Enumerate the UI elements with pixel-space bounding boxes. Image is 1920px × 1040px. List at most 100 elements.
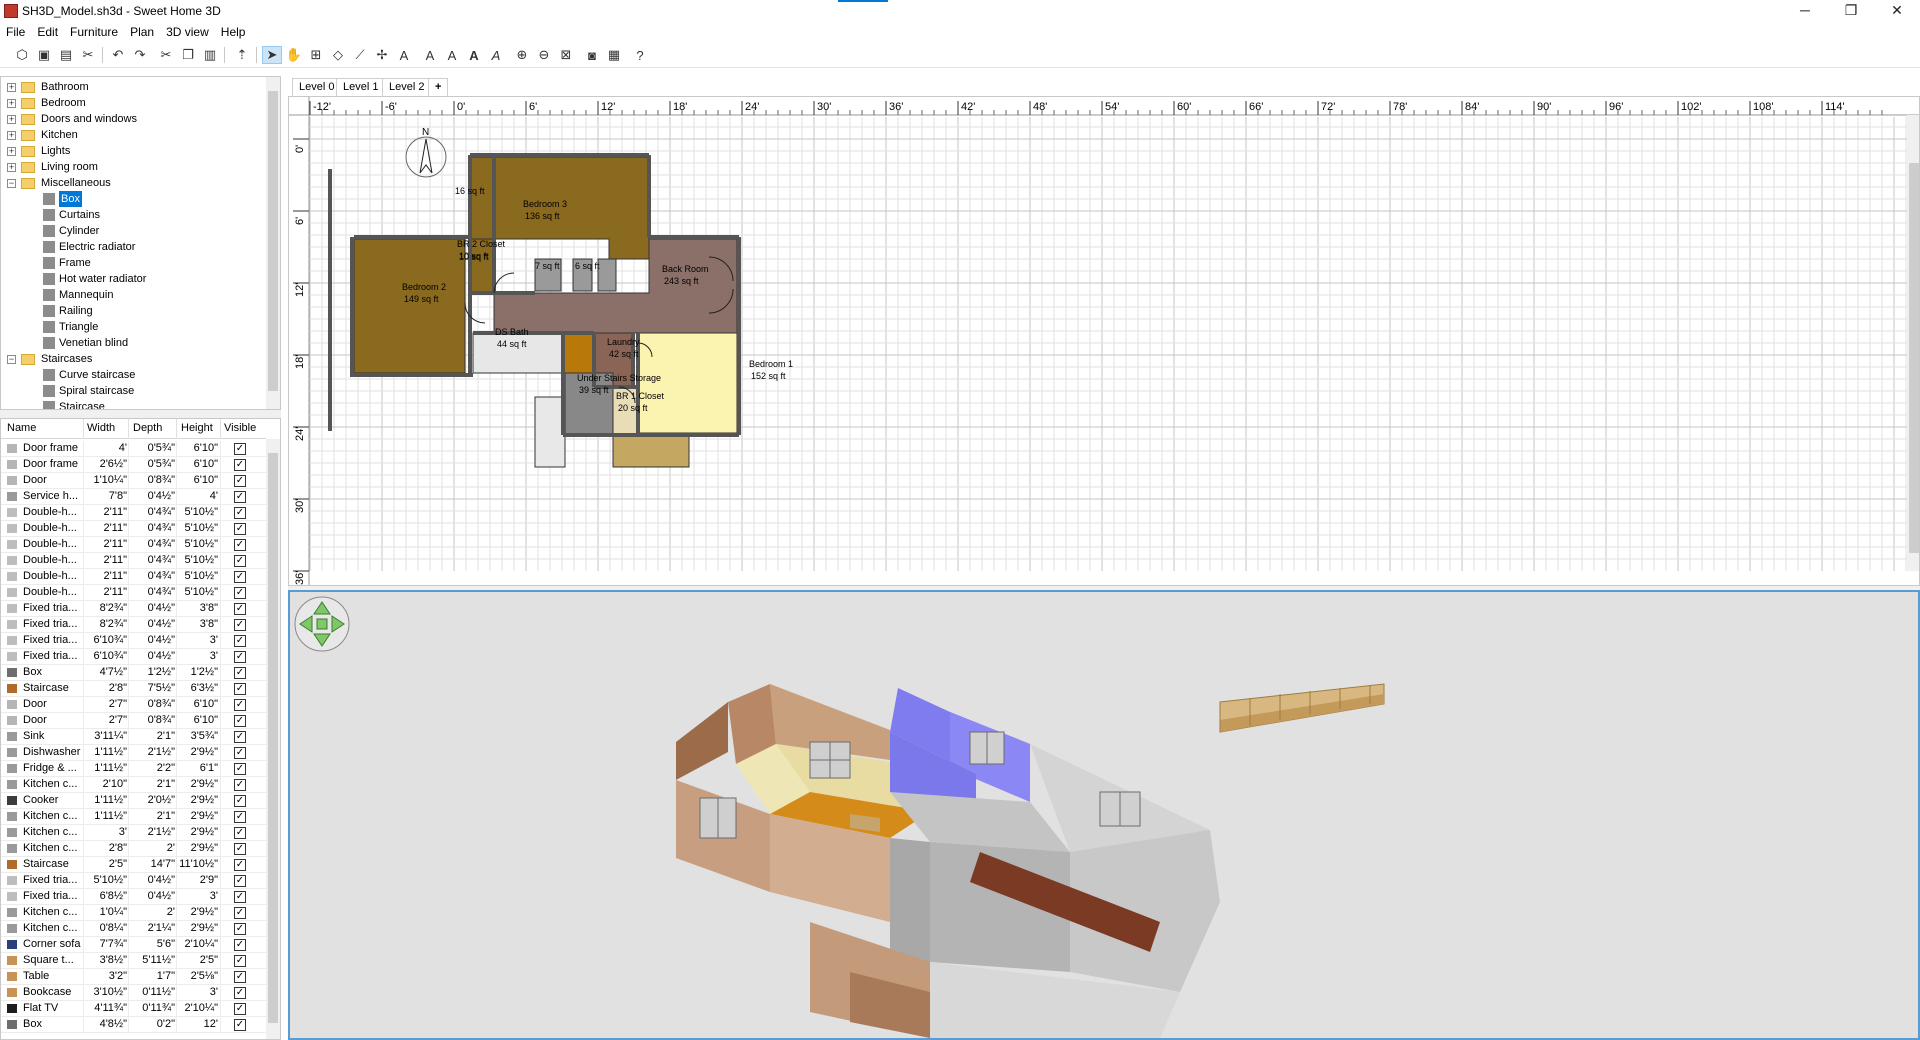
catalog-category-row[interactable]: + Doors and windows (1, 111, 266, 127)
column-width[interactable]: Width (87, 422, 115, 434)
furniture-row[interactable]: Corner sofa 7'7¾" 5'6" 2'10¼" ✓ (1, 937, 266, 953)
column-visible[interactable]: Visible (224, 422, 256, 434)
furniture-row[interactable]: Sink 3'11¼" 2'1" 3'5¾" ✓ (1, 729, 266, 745)
visible-checkbox[interactable]: ✓ (234, 955, 246, 967)
preferences-icon[interactable]: ✂ (78, 46, 98, 64)
visible-checkbox[interactable]: ✓ (234, 891, 246, 903)
decrease-text-icon[interactable]: A (442, 46, 462, 64)
tab-level-0[interactable]: Level 0 (292, 78, 342, 96)
column-name[interactable]: Name (7, 422, 36, 434)
menu-help[interactable]: Help (215, 22, 252, 39)
catalog-item-row[interactable]: Venetian blind (1, 335, 266, 351)
catalog-category-row[interactable]: + Kitchen (1, 127, 266, 143)
furniture-row[interactable]: Box 4'7½" 1'2½" 1'2½" ✓ (1, 665, 266, 681)
furniture-row[interactable]: Bookcase 3'10½" 0'11½" 3' ✓ (1, 985, 266, 1001)
expand-toggle-icon[interactable]: + (7, 99, 16, 108)
catalog-item-row[interactable]: Cylinder (1, 223, 266, 239)
furniture-row[interactable]: Fridge & ... 1'11½" 2'2" 6'1" ✓ (1, 761, 266, 777)
catalog-item-row[interactable]: Railing (1, 303, 266, 319)
visible-checkbox[interactable]: ✓ (234, 747, 246, 759)
visible-checkbox[interactable]: ✓ (234, 651, 246, 663)
catalog-item-row[interactable]: Staircase (1, 399, 266, 409)
furniture-row[interactable]: Box 4'8½" 0'2" 12' ✓ (1, 1017, 266, 1033)
left-splitter[interactable] (0, 410, 281, 418)
menu-edit[interactable]: Edit (31, 22, 64, 39)
italic-text-icon[interactable]: A (486, 46, 506, 64)
menu-3d-view[interactable]: 3D view (160, 22, 215, 39)
visible-checkbox[interactable]: ✓ (234, 731, 246, 743)
catalog-category-row[interactable]: − Miscellaneous (1, 175, 266, 191)
plan-canvas[interactable]: -12' -6' 0' 6' 12' 18' 24' 30' 36' 42' 48' 54' 60' 66… (289, 97, 1920, 586)
visible-checkbox[interactable]: ✓ (234, 811, 246, 823)
furniture-scroll-thumb[interactable] (268, 453, 278, 1023)
expand-toggle-icon[interactable]: + (7, 147, 16, 156)
expand-toggle-icon[interactable]: − (7, 179, 16, 188)
furniture-row[interactable]: Fixed tria... 6'10¾" 0'4½" 3' ✓ (1, 633, 266, 649)
visible-checkbox[interactable]: ✓ (234, 715, 246, 727)
menu-file[interactable]: File (0, 22, 31, 39)
catalog-item-row[interactable]: Triangle (1, 319, 266, 335)
menu-furniture[interactable]: Furniture (64, 22, 124, 39)
furniture-row[interactable]: Door 1'10¼" 0'8¾" 6'10" ✓ (1, 473, 266, 489)
furniture-row[interactable]: Kitchen c... 1'11½" 2'1" 2'9½" ✓ (1, 809, 266, 825)
expand-toggle-icon[interactable]: + (7, 163, 16, 172)
redo-icon[interactable]: ↷ (130, 46, 150, 64)
furniture-row[interactable]: Cooker 1'11½" 2'0½" 2'9½" ✓ (1, 793, 266, 809)
furniture-row[interactable]: Kitchen c... 0'8¼" 2'1¼" 2'9½" ✓ (1, 921, 266, 937)
furniture-row[interactable]: Flat TV 4'11¾" 0'11¾" 2'10¼" ✓ (1, 1001, 266, 1017)
visible-checkbox[interactable]: ✓ (234, 971, 246, 983)
furniture-row[interactable]: Kitchen c... 1'0¼" 2' 2'9½" ✓ (1, 905, 266, 921)
catalog-item-row[interactable]: Electric radiator (1, 239, 266, 255)
furniture-scrollbar[interactable] (266, 439, 280, 1039)
undo-icon[interactable]: ↶ (108, 46, 128, 64)
column-height[interactable]: Height (181, 422, 213, 434)
visible-checkbox[interactable]: ✓ (234, 907, 246, 919)
create-dimensions-icon[interactable]: ✢ (372, 46, 392, 64)
catalog-item-row[interactable]: Spiral staircase (1, 383, 266, 399)
catalog-item-row[interactable]: Mannequin (1, 287, 266, 303)
furniture-row[interactable]: Double-h... 2'11" 0'4¾" 5'10½" ✓ (1, 585, 266, 601)
catalog-item-row[interactable]: Box (1, 191, 266, 207)
catalog-category-row[interactable]: + Bathroom (1, 79, 266, 95)
visible-checkbox[interactable]: ✓ (234, 619, 246, 631)
minimize-button[interactable]: ─ (1782, 0, 1828, 22)
visible-checkbox[interactable]: ✓ (234, 1003, 246, 1015)
furniture-row[interactable]: Service h... 7'8" 0'4½" 4' ✓ (1, 489, 266, 505)
copy-icon[interactable]: ❐ (178, 46, 198, 64)
cut-icon[interactable]: ✂ (156, 46, 176, 64)
furniture-row[interactable]: Staircase 2'8" 7'5½" 6'3½" ✓ (1, 681, 266, 697)
visible-checkbox[interactable]: ✓ (234, 683, 246, 695)
visible-checkbox[interactable]: ✓ (234, 587, 246, 599)
furniture-row[interactable]: Door frame 2'6½" 0'5¾" 6'10" ✓ (1, 457, 266, 473)
visible-checkbox[interactable]: ✓ (234, 443, 246, 455)
visible-checkbox[interactable]: ✓ (234, 1019, 246, 1031)
3d-view[interactable] (288, 590, 1920, 1040)
furniture-row[interactable]: Fixed tria... 6'10¾" 0'4½" 3' ✓ (1, 649, 266, 665)
furniture-row[interactable]: Double-h... 2'11" 0'4¾" 5'10½" ✓ (1, 505, 266, 521)
visible-checkbox[interactable]: ✓ (234, 699, 246, 711)
furniture-row[interactable]: Door 2'7" 0'8¾" 6'10" ✓ (1, 713, 266, 729)
expand-toggle-icon[interactable]: + (7, 131, 16, 140)
visible-checkbox[interactable]: ✓ (234, 875, 246, 887)
visible-checkbox[interactable]: ✓ (234, 459, 246, 471)
catalog-category-row[interactable]: + Bedroom (1, 95, 266, 111)
furniture-row[interactable]: Double-h... 2'11" 0'4¾" 5'10½" ✓ (1, 537, 266, 553)
expand-toggle-icon[interactable]: + (7, 83, 16, 92)
zoom-in-icon[interactable]: ⊕ (512, 46, 532, 64)
visible-checkbox[interactable]: ✓ (234, 555, 246, 567)
furniture-row[interactable]: Door frame 4' 0'5¾" 6'10" ✓ (1, 441, 266, 457)
visible-checkbox[interactable]: ✓ (234, 859, 246, 871)
visible-checkbox[interactable]: ✓ (234, 779, 246, 791)
visible-checkbox[interactable]: ✓ (234, 603, 246, 615)
furniture-row[interactable]: Double-h... 2'11" 0'4¾" 5'10½" ✓ (1, 553, 266, 569)
expand-toggle-icon[interactable]: + (7, 115, 16, 124)
visible-checkbox[interactable]: ✓ (234, 571, 246, 583)
paste-icon[interactable]: ▥ (200, 46, 220, 64)
furniture-row[interactable]: Double-h... 2'11" 0'4¾" 5'10½" ✓ (1, 521, 266, 537)
navigation-arrows-icon[interactable] (294, 596, 350, 652)
furniture-row[interactable]: Door 2'7" 0'8¾" 6'10" ✓ (1, 697, 266, 713)
close-button[interactable]: ✕ (1874, 0, 1920, 22)
import-background-icon[interactable]: ⊠ (556, 46, 576, 64)
add-furniture-icon[interactable]: ⇡ (232, 46, 252, 64)
furniture-row[interactable]: Square t... 3'8½" 5'11½" 2'5" ✓ (1, 953, 266, 969)
